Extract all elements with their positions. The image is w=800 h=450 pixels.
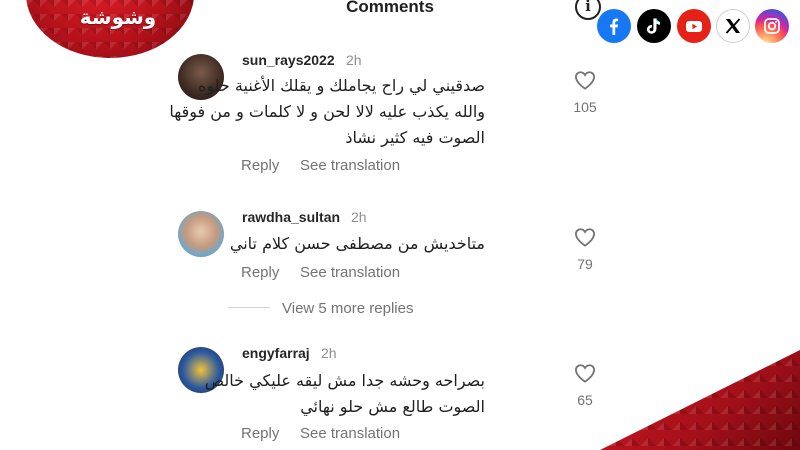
avatar[interactable]: [178, 211, 224, 257]
heart-icon[interactable]: [574, 363, 596, 383]
like-count: 65: [577, 392, 593, 408]
comment-text: صدقيني لي راح يجاملك و يقلك الأغنية حلوه…: [169, 76, 485, 147]
comment-username[interactable]: sun_rays2022: [242, 52, 335, 68]
comment-timestamp: 2h: [346, 52, 362, 68]
comment-text: بصراحه وحشه جدا مش ليقه عليكي خالص الصوت…: [204, 371, 485, 416]
view-more-replies-button[interactable]: View 5 more replies: [282, 300, 413, 317]
like-count: 79: [577, 256, 593, 272]
replies-divider: [228, 307, 270, 308]
comment-timestamp: 2h: [351, 209, 367, 225]
facebook-icon[interactable]: [597, 9, 631, 43]
instagram-icon[interactable]: [755, 9, 789, 43]
x-icon[interactable]: [716, 9, 750, 43]
comment-text: متاخديش من مصطفى حسن كلام تاني: [229, 234, 485, 253]
tiktok-icon[interactable]: [637, 9, 671, 43]
see-translation-button[interactable]: See translation: [300, 264, 400, 281]
info-icon[interactable]: i: [575, 0, 601, 20]
comment-username[interactable]: engyfarraj: [242, 345, 310, 361]
see-translation-button[interactable]: See translation: [300, 157, 400, 174]
red-corner-decoration: [600, 350, 800, 450]
heart-icon[interactable]: [574, 70, 596, 90]
like-count: 105: [573, 99, 597, 115]
reply-button[interactable]: Reply: [241, 264, 279, 281]
reply-button[interactable]: Reply: [241, 157, 279, 174]
comment-username[interactable]: rawdha_sultan: [242, 209, 340, 225]
see-translation-button[interactable]: See translation: [300, 425, 400, 442]
heart-icon[interactable]: [574, 227, 596, 247]
youtube-icon[interactable]: [677, 9, 711, 43]
comment-timestamp: 2h: [321, 345, 337, 361]
reply-button[interactable]: Reply: [241, 425, 279, 442]
